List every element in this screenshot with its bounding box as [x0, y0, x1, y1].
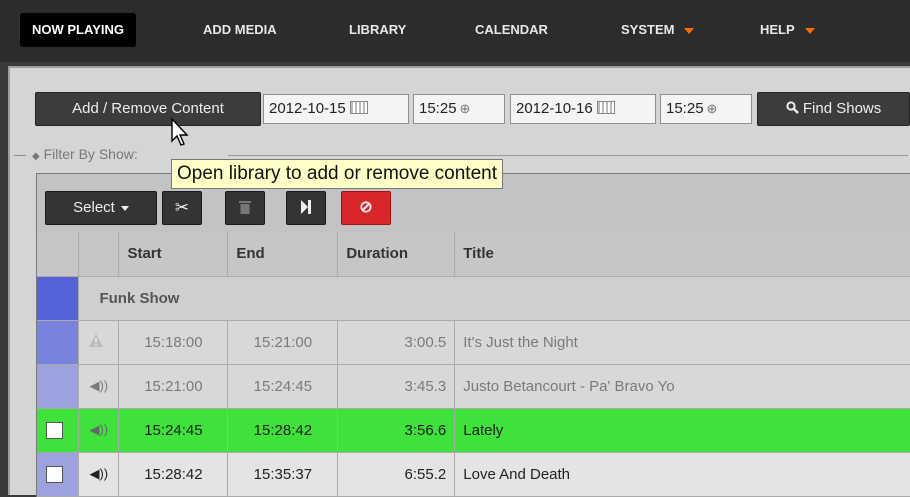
end-date-value: 2012-10-16 [516, 100, 593, 117]
row-end: 15:28:42 [227, 408, 339, 453]
column-header-icon [78, 232, 120, 277]
nav-help-label: HELP [760, 22, 795, 37]
start-date-value: 2012-10-15 [269, 100, 346, 117]
scissors-icon: ✂ [174, 198, 190, 217]
column-header-start[interactable]: Start [118, 232, 229, 277]
nav-help[interactable]: HELP [748, 13, 827, 47]
column-header-duration[interactable]: Duration [337, 232, 456, 277]
add-remove-content-button[interactable]: Add / Remove Content [35, 92, 261, 126]
delete-button[interactable] [225, 191, 265, 225]
expand-collapse-icon: ◆ [32, 151, 40, 162]
nav-add-media[interactable]: ADD MEDIA [191, 13, 289, 47]
row-title: Lately [454, 408, 910, 453]
cancel-icon: ⊘ [359, 199, 373, 216]
warning-icon [78, 320, 120, 365]
nav-calendar[interactable]: CALENDAR [463, 13, 560, 47]
row-title: It's Just the Night [454, 320, 910, 365]
start-time-value: 15:25 [419, 100, 457, 117]
chevron-down-icon [120, 205, 129, 211]
row-duration: 6:55.2 [337, 452, 456, 497]
row-start: 15:21:00 [118, 364, 229, 409]
row-checkbox-cell[interactable] [37, 452, 80, 497]
find-shows-label: Find Shows [802, 100, 882, 117]
clock-icon[interactable]: ⊕ [707, 95, 718, 123]
trash-icon [239, 201, 251, 214]
nav-system[interactable]: SYSTEM [609, 13, 706, 47]
chevron-down-icon [684, 27, 695, 34]
table-header-row: Start End Duration Title [37, 232, 910, 277]
cancel-show-button[interactable]: ⊘ [341, 191, 391, 225]
row-marker [37, 320, 80, 365]
search-icon [786, 101, 799, 114]
chevron-down-icon [804, 27, 815, 34]
table-row: ◀)) 15:21:00 15:24:45 3:45.3 Justo Betan… [37, 364, 910, 409]
row-end: 15:24:45 [227, 364, 339, 409]
nav-system-label: SYSTEM [621, 22, 675, 37]
row-duration: 3:00.5 [337, 320, 456, 365]
filter-label: Filter By Show: [43, 146, 138, 162]
top-navigation: NOW PLAYING ADD MEDIA LIBRARY CALENDAR S… [0, 0, 910, 62]
find-shows-button[interactable]: Find Shows [757, 92, 910, 126]
end-time-value: 15:25 [666, 100, 704, 117]
row-end: 15:35:37 [227, 452, 339, 497]
show-header-row: Funk Show [37, 276, 910, 321]
nav-now-playing[interactable]: NOW PLAYING [20, 13, 136, 47]
calendar-icon[interactable] [596, 101, 615, 114]
skip-to-next-button[interactable] [286, 191, 326, 225]
now-playing-panel: Add / Remove Content 2012-10-15 15:25 ⊕ 2… [8, 66, 910, 497]
divider [14, 154, 26, 156]
row-checkbox[interactable] [46, 421, 63, 439]
row-marker [37, 364, 80, 409]
tooltip: Open library to add or remove content [171, 159, 504, 189]
cut-button[interactable]: ✂ [162, 191, 202, 225]
select-dropdown[interactable]: Select [45, 191, 157, 225]
table-row-now-playing: ◀)) 15:24:45 15:28:42 3:56.6 Lately [37, 408, 910, 453]
calendar-icon[interactable] [349, 101, 368, 114]
speaker-icon: ◀)) [78, 364, 120, 409]
speaker-icon: ◀)) [78, 408, 120, 453]
table-row: 15:18:00 15:21:00 3:00.5 It's Just the N… [37, 320, 910, 365]
select-label: Select [73, 199, 115, 216]
column-header-title[interactable]: Title [454, 232, 910, 277]
end-date-field[interactable]: 2012-10-16 [510, 94, 656, 124]
row-start: 15:18:00 [118, 320, 229, 365]
show-name: Funk Show [78, 276, 910, 321]
start-date-field[interactable]: 2012-10-15 [263, 94, 409, 124]
row-start: 15:24:45 [118, 408, 229, 453]
playlist-table: Start End Duration Title Funk Show 15:18… [37, 232, 910, 497]
skip-forward-icon [301, 200, 311, 214]
row-end: 15:21:00 [227, 320, 339, 365]
divider [228, 155, 908, 156]
start-time-field[interactable]: 15:25 ⊕ [413, 94, 505, 124]
mouse-cursor-icon [171, 118, 189, 146]
column-header-end[interactable]: End [227, 232, 339, 277]
row-title: Love And Death [454, 452, 910, 497]
playlist-container: Select ✂ ⊘ Start End Duration Title Funk… [36, 173, 910, 497]
row-title: Justo Betancourt - Pa' Bravo Yo [454, 364, 910, 409]
row-checkbox-cell[interactable] [37, 408, 80, 453]
show-color-marker [37, 276, 80, 321]
column-header-checkbox [37, 232, 80, 277]
row-checkbox[interactable] [46, 465, 63, 483]
nav-library[interactable]: LIBRARY [337, 13, 418, 47]
speaker-icon: ◀)) [78, 452, 120, 497]
end-time-field[interactable]: 15:25 ⊕ [660, 94, 752, 124]
table-row: ◀)) 15:28:42 15:35:37 6:55.2 Love And De… [37, 452, 910, 497]
row-duration: 3:45.3 [337, 364, 456, 409]
row-start: 15:28:42 [118, 452, 229, 497]
clock-icon[interactable]: ⊕ [460, 95, 471, 123]
row-duration: 3:56.6 [337, 408, 456, 453]
